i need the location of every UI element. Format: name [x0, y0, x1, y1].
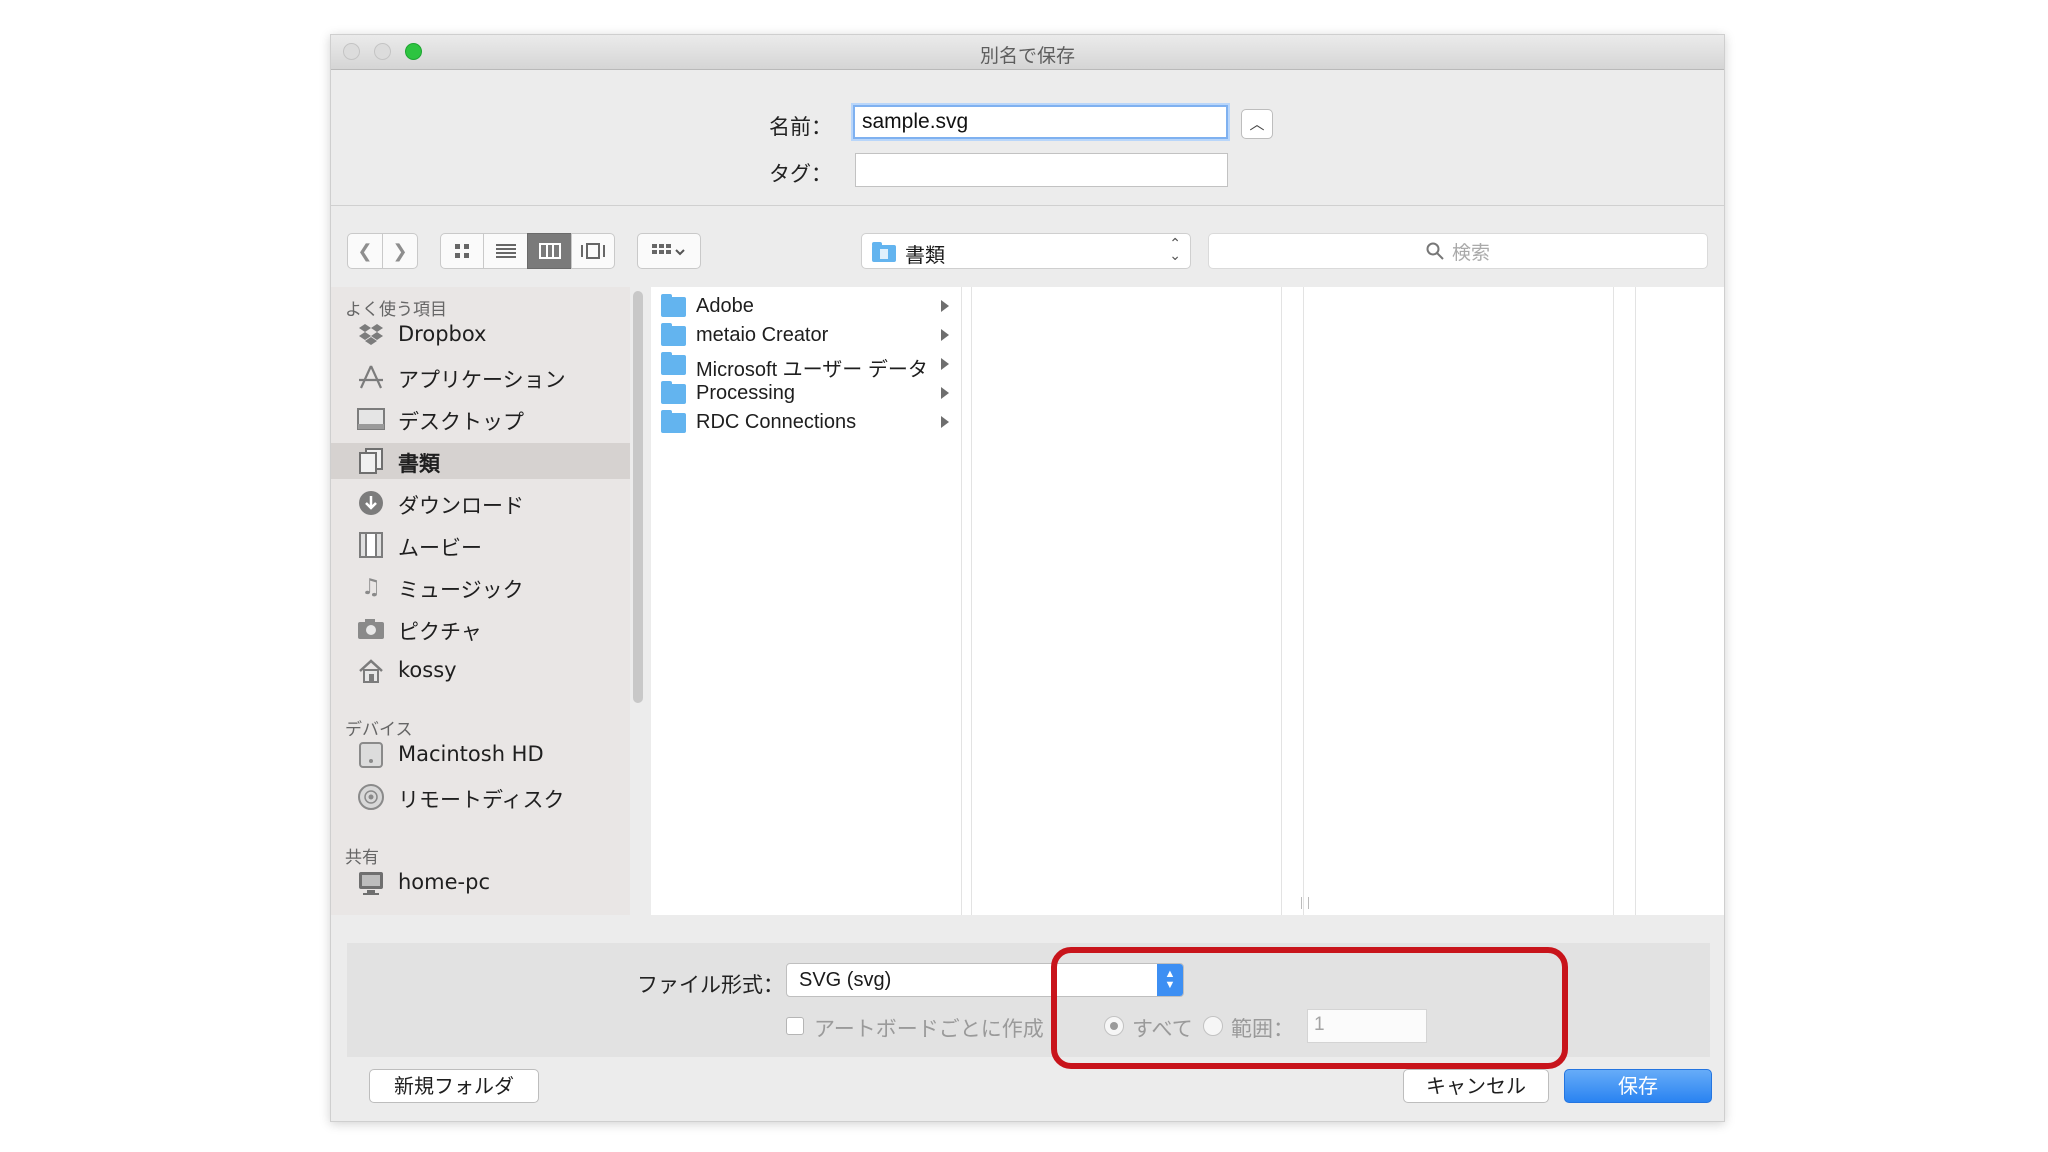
column-view-icon [538, 243, 561, 259]
updown-arrows-icon: ⌃ ⌄ [1169, 236, 1181, 264]
remote-disc-icon [357, 783, 385, 811]
list-view-icon [495, 244, 516, 258]
back-button[interactable]: ❮ [347, 233, 383, 269]
search-icon [1426, 242, 1444, 260]
folder-icon [661, 381, 686, 404]
folder-icon [661, 410, 686, 433]
folder-icon [661, 323, 686, 346]
list-view-button[interactable] [483, 233, 528, 269]
list-item[interactable]: RDC Connections [661, 410, 949, 439]
tag-label: タグ： [769, 162, 832, 186]
divider [331, 205, 1724, 206]
disclosure-arrow-icon [941, 300, 949, 312]
sidebar-item-downloads[interactable]: ダウンロード [331, 485, 630, 521]
dropbox-icon [357, 321, 385, 349]
disclosure-arrow-icon [941, 387, 949, 399]
sidebar-item-desktop[interactable]: デスクトップ [331, 401, 630, 437]
search-field[interactable]: 検索 [1208, 233, 1708, 269]
tag-input[interactable] [855, 153, 1228, 187]
name-label: 名前： [769, 115, 832, 139]
name-input[interactable]: sample.svg [853, 105, 1228, 139]
applications-icon [357, 363, 385, 391]
column-browser: Adobe metaio Creator Microsoft ユーザー データ … [651, 287, 1724, 915]
column-divider [961, 287, 962, 915]
list-item[interactable]: metaio Creator [661, 323, 949, 352]
location-label: 書類 [905, 243, 945, 267]
sidebar-item-dropbox[interactable]: Dropbox [331, 317, 630, 353]
list-item[interactable]: Microsoft ユーザー データ [661, 352, 949, 381]
save-as-dialog: 別名で保存 名前： sample.svg ︿ タグ： ❮ ❯ 書類 ⌃ ⌄ 検索 … [330, 34, 1725, 1122]
artboard-checkbox[interactable] [786, 1017, 804, 1035]
cancel-button[interactable]: キャンセル [1403, 1069, 1549, 1103]
annotation-highlight-box [1051, 947, 1568, 1069]
list-item[interactable]: Processing [661, 381, 949, 410]
coverflow-view-icon [581, 243, 605, 259]
search-placeholder: 検索 [1451, 241, 1490, 264]
column-divider [1613, 287, 1614, 915]
disclosure-arrow-icon [941, 329, 949, 341]
artboard-label: アートボードごとに作成 [814, 1017, 1044, 1041]
sidebar-item-applications[interactable]: アプリケーション [331, 359, 630, 395]
documents-icon [357, 447, 385, 475]
chevron-right-icon: ❯ [392, 240, 408, 262]
list-item[interactable]: Adobe [661, 294, 949, 323]
icon-view-icon [455, 244, 469, 258]
arrange-icon [652, 244, 685, 256]
icon-view-button[interactable] [440, 233, 484, 269]
chevron-up-icon: ︿ [1249, 115, 1265, 133]
sidebar-item-pictures[interactable]: ピクチャ [331, 611, 630, 647]
sidebar-item-movies[interactable]: ムービー [331, 527, 630, 563]
column-divider [971, 287, 972, 915]
column-divider [1635, 287, 1636, 915]
window-title: 別名で保存 [979, 45, 1075, 67]
collapse-dialog-button[interactable]: ︿ [1241, 109, 1273, 139]
sidebar-item-home-pc[interactable]: home-pc [331, 865, 630, 901]
arrange-button[interactable] [637, 233, 701, 269]
column-divider [1281, 287, 1282, 915]
file-format-label: ファイル形式： [637, 973, 784, 997]
sidebar-item-music[interactable]: ♫ ミュージック [331, 569, 630, 605]
new-folder-button[interactable]: 新規フォルダ [369, 1069, 539, 1103]
hard-drive-icon [357, 741, 385, 769]
folder-icon [661, 294, 686, 317]
folder-icon [872, 242, 896, 267]
music-icon: ♫ [361, 574, 381, 600]
sidebar-scrollbar[interactable] [633, 291, 643, 703]
desktop-icon [357, 405, 385, 433]
column-divider [1303, 287, 1304, 915]
home-icon [357, 657, 385, 685]
disclosure-arrow-icon [941, 416, 949, 428]
movies-icon [357, 531, 385, 559]
column-resize-handle[interactable] [1301, 897, 1309, 909]
folder-icon [661, 352, 686, 375]
disclosure-arrow-icon [941, 358, 949, 370]
chevron-left-icon: ❮ [357, 240, 373, 262]
computer-icon [357, 869, 385, 897]
sidebar-item-home[interactable]: kossy [331, 653, 630, 689]
sidebar-item-macintosh-hd[interactable]: Macintosh HD [331, 737, 630, 773]
title-bar[interactable]: 別名で保存 [331, 35, 1724, 70]
pictures-icon [357, 615, 385, 643]
sidebar-item-documents[interactable]: 書類 [331, 443, 630, 479]
file-format-value: SVG (svg) [799, 969, 892, 991]
save-button[interactable]: 保存 [1564, 1069, 1712, 1103]
column-view-button[interactable] [527, 233, 572, 269]
coverflow-view-button[interactable] [571, 233, 615, 269]
forward-button[interactable]: ❯ [382, 233, 418, 269]
download-icon [357, 489, 385, 517]
sidebar: よく使う項目 Dropbox アプリケーション デスクトップ 書類 ダウンロード [331, 287, 630, 915]
location-popup[interactable]: 書類 ⌃ ⌄ [861, 233, 1191, 269]
sidebar-item-remote-disc[interactable]: リモートディスク [331, 779, 630, 815]
